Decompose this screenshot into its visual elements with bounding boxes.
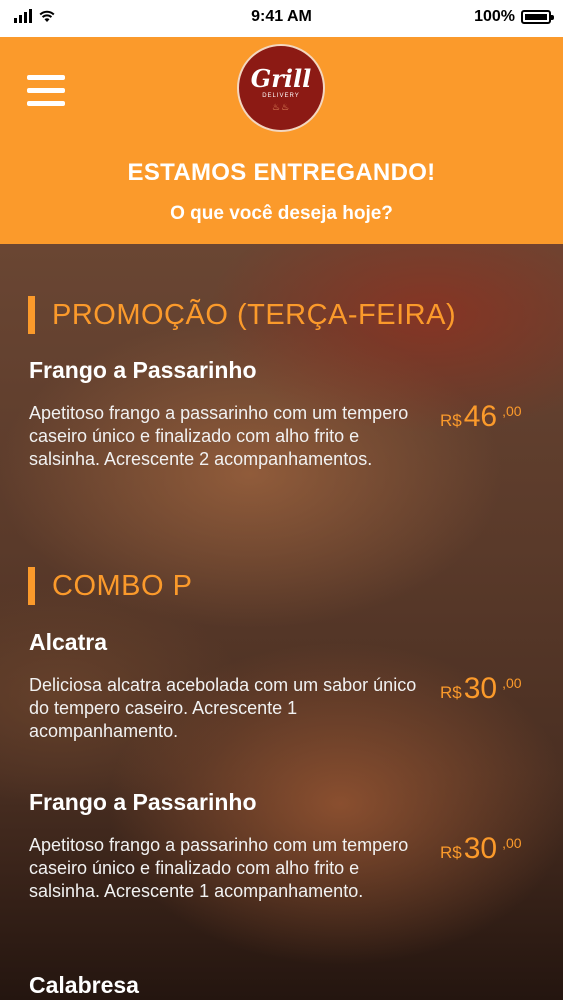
logo-subtext: DELIVERY [262, 93, 300, 99]
item-name: Frango a Passarinho [29, 789, 257, 815]
item-description: Deliciosa alcatra acebolada com um sabor… [29, 675, 417, 741]
item-description: Apetitoso frango a passarinho com um tem… [29, 403, 409, 469]
battery-status: 100% [474, 8, 554, 26]
price-value: 30 [463, 832, 498, 865]
price-cents: ,00 [502, 403, 522, 419]
price-cents: ,00 [502, 835, 522, 851]
hamburger-menu-button[interactable] [27, 75, 67, 109]
price-value: 30 [463, 672, 498, 705]
section-heading-combo-p: COMBO P [28, 567, 192, 605]
section-heading-promocao: PROMOÇÃO (TERÇA-FEIRA) [28, 296, 456, 334]
price-value: 46 [463, 400, 498, 433]
section-title: COMBO P [52, 569, 193, 602]
header-subtitle: O que você deseja hoje? [170, 203, 393, 224]
item-name: Frango a Passarinho [29, 357, 257, 383]
section-title: PROMOÇÃO (TERÇA-FEIRA) [52, 298, 457, 331]
item-price: R$ 30 ,00 [440, 832, 522, 866]
price-currency: R$ [440, 683, 462, 702]
price-currency: R$ [440, 411, 462, 430]
item-name: Alcatra [29, 629, 107, 655]
section-accent-bar [28, 567, 35, 605]
grill-delivery-logo: Grill DELIVERY ♨♨ [237, 44, 325, 132]
item-name: Calabresa [29, 972, 139, 998]
section-accent-bar [28, 296, 35, 334]
item-description: Apetitoso frango a passarinho com um tem… [29, 835, 409, 901]
status-bar: 9:41 AM 100% [0, 0, 563, 37]
battery-percent: 100% [474, 8, 515, 25]
battery-icon [521, 10, 554, 24]
item-price: R$ 30 ,00 [440, 672, 522, 706]
app-header: Grill DELIVERY ♨♨ ESTAMOS ENTREGANDO! O … [0, 37, 563, 244]
header-title: ESTAMOS ENTREGANDO! [127, 159, 436, 186]
flame-icon: ♨♨ [271, 102, 291, 112]
menu-list[interactable]: PROMOÇÃO (TERÇA-FEIRA) Frango a Passarin… [0, 244, 563, 1000]
item-price: R$ 46 ,00 [440, 400, 522, 434]
logo-word: Grill [250, 64, 312, 93]
price-currency: R$ [440, 843, 462, 862]
price-cents: ,00 [502, 675, 522, 691]
